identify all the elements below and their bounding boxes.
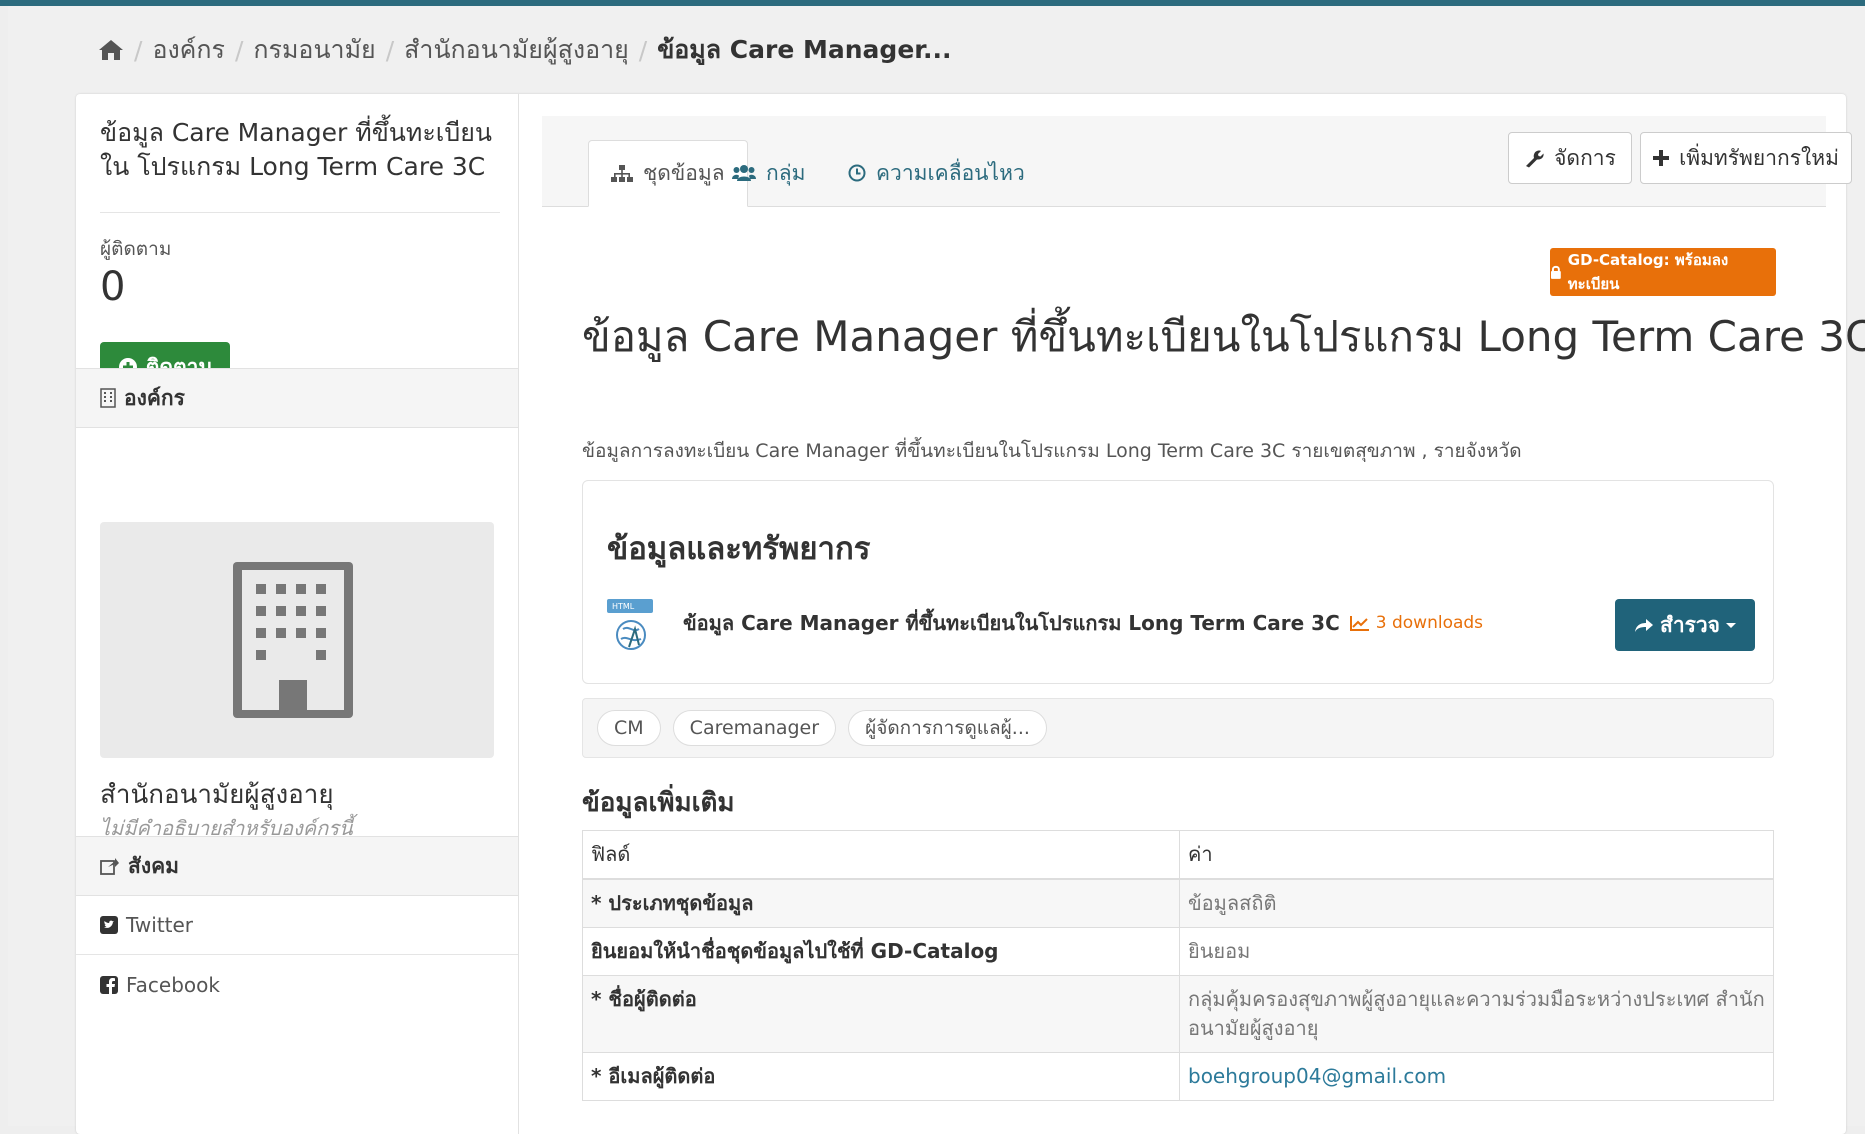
sidebar-section-social: สังคม — [76, 836, 518, 896]
gd-catalog-status-label: GD-Catalog: พร้อมลงทะเบียน — [1567, 251, 1729, 293]
facebook-icon — [100, 976, 118, 994]
sidebar: ข้อมูล Care Manager ที่ขึ้นทะเบียนใน โปร… — [76, 94, 519, 1134]
table-row: * ชื่อผู้ติดต่อ กลุ่มคุ้มครองสุขภาพผู้สู… — [582, 975, 1774, 1053]
explore-button-label: สำรวจ — [1660, 612, 1720, 637]
followers-label: ผู้ติดตาม — [100, 238, 172, 260]
field-key: * ประเภทชุดข้อมูล — [582, 878, 1180, 928]
explore-dropdown-button[interactable]: สำรวจ — [1615, 599, 1755, 651]
breadcrumb-separator: / — [134, 35, 143, 65]
table-row: * อีเมลผู้ติดต่อ boehgroup04@gmail.com — [582, 1052, 1774, 1101]
additional-info-table: ฟิลด์ ค่า * ประเภทชุดข้อมูล ข้อมูลสถิติ … — [582, 830, 1774, 1101]
breadcrumb-organization[interactable]: สำนักอนามัยผู้สูงอายุ — [404, 30, 629, 70]
facebook-link[interactable]: Facebook — [76, 955, 518, 1015]
followers-count: 0 — [100, 264, 126, 310]
field-value: กลุ่มคุ้มครองสุขภาพผู้สูงอายุและความร่วม… — [1179, 975, 1774, 1053]
users-icon — [732, 165, 756, 181]
add-resource-button[interactable]: เพิ่มทรัพยากรใหม่ — [1640, 132, 1852, 184]
tag-item[interactable]: Caremanager — [672, 710, 837, 746]
organization-name[interactable]: สำนักอนามัยผู้สูงอายุ — [100, 774, 334, 815]
sidebar-section-organization-label: องค์กร — [124, 385, 185, 410]
dataset-description: ข้อมูลการลงทะเบียน Care Manager ที่ขึ้นท… — [582, 440, 1522, 462]
field-key: ยินยอมให้นำชื่อชุดข้อมูลไปใช้ที่ GD-Cata… — [582, 927, 1180, 976]
breadcrumb-current[interactable]: ข้อมูล Care Manager... — [657, 30, 951, 70]
content-tab-bar: ชุดข้อมูล กลุ่ม ความเคลื่อนไหว จัดการ เพ… — [542, 116, 1852, 207]
field-key: * ชื่อผู้ติดต่อ — [582, 975, 1180, 1053]
share-arrow-icon — [1635, 619, 1653, 632]
building-icon — [233, 562, 353, 718]
table-row: ยินยอมให้นำชื่อชุดข้อมูลไปใช้ที่ GD-Cata… — [582, 927, 1774, 976]
resources-heading: ข้อมูลและทรัพยากร — [607, 531, 871, 567]
main-content: ชุดข้อมูล กลุ่ม ความเคลื่อนไหว จัดการ เพ… — [542, 116, 1865, 1134]
tab-groups-label: กลุ่ม — [766, 160, 806, 185]
table-row: * ประเภทชุดข้อมูล ข้อมูลสถิติ — [582, 878, 1774, 928]
manage-button[interactable]: จัดการ — [1508, 132, 1632, 184]
tag-item[interactable]: ผู้จัดการการดูแลผู้... — [848, 710, 1047, 746]
home-icon[interactable] — [98, 38, 124, 62]
column-header-field: ฟิลด์ — [582, 830, 1180, 880]
resource-name[interactable]: ข้อมูล Care Manager ที่ขึ้นทะเบียนในโปรแ… — [683, 607, 1340, 639]
resource-downloads-count: 3 downloads — [1375, 613, 1484, 633]
organization-image[interactable] — [100, 522, 494, 758]
breadcrumb: / องค์กร / กรมอนามัย / สำนักอนามัยผู้สูง… — [98, 30, 952, 70]
resource-downloads: 3 downloads — [1349, 613, 1484, 633]
wrench-icon — [1526, 150, 1544, 168]
plus-icon — [1653, 150, 1670, 166]
tab-groups[interactable]: กลุ่ม — [710, 140, 827, 206]
breadcrumb-department[interactable]: กรมอนามัย — [253, 30, 375, 70]
sidebar-divider — [100, 212, 500, 213]
column-header-value: ค่า — [1179, 830, 1774, 880]
sitemap-icon — [611, 164, 633, 182]
field-value: boehgroup04@gmail.com — [1179, 1052, 1774, 1101]
twitter-link[interactable]: Twitter — [76, 895, 518, 955]
tag-item[interactable]: CM — [597, 710, 661, 746]
building-icon — [100, 388, 116, 408]
html-format-icon[interactable]: HTML — [607, 599, 653, 653]
twitter-icon — [100, 915, 118, 934]
resources-section: ข้อมูลและทรัพยากร HTML ข้อมูล Care Manag… — [582, 480, 1774, 684]
lock-icon — [1550, 265, 1561, 279]
field-value: ข้อมูลสถิติ — [1179, 878, 1774, 928]
caret-down-icon — [1726, 623, 1736, 628]
resource-item[interactable]: ข้อมูล Care Manager ที่ขึ้นทะเบียนในโปรแ… — [683, 607, 1483, 639]
sidebar-section-organization: องค์กร — [76, 368, 518, 428]
twitter-label: Twitter — [126, 912, 194, 937]
manage-button-label: จัดการ — [1554, 145, 1616, 170]
breadcrumb-organizations[interactable]: องค์กร — [152, 30, 225, 70]
tab-activity-stream[interactable]: ความเคลื่อนไหว — [826, 140, 1047, 206]
breadcrumb-separator: / — [234, 35, 244, 65]
gd-catalog-status-badge: GD-Catalog: พร้อมลงทะเบียน — [1550, 248, 1776, 296]
table-header-row: ฟิลด์ ค่า — [582, 830, 1774, 880]
dataset-title: ข้อมูล Care Manager ที่ขึ้นทะเบียนในโปรแ… — [582, 312, 1865, 361]
contact-email-link[interactable]: boehgroup04@gmail.com — [1188, 1064, 1446, 1088]
clock-icon — [848, 164, 866, 182]
breadcrumb-separator: / — [638, 35, 648, 65]
line-chart-icon — [1349, 616, 1369, 631]
share-icon — [100, 858, 119, 875]
sidebar-section-social-label: สังคม — [128, 853, 179, 878]
svg-text:HTML: HTML — [612, 602, 635, 611]
add-resource-button-label: เพิ่มทรัพยากรใหม่ — [1679, 145, 1839, 170]
additional-info-heading: ข้อมูลเพิ่มเติม — [582, 788, 735, 818]
field-value: ยินยอม — [1179, 927, 1774, 976]
field-key: * อีเมลผู้ติดต่อ — [582, 1052, 1180, 1101]
main-wrapper: ข้อมูล Care Manager ที่ขึ้นทะเบียนใน โปร… — [76, 94, 1865, 1134]
breadcrumb-separator: / — [385, 35, 395, 65]
facebook-label: Facebook — [126, 973, 220, 997]
tags-list: CM Caremanager ผู้จัดการการดูแลผู้... — [582, 698, 1774, 758]
tab-activity-stream-label: ความเคลื่อนไหว — [876, 160, 1025, 185]
sidebar-dataset-title: ข้อมูล Care Manager ที่ขึ้นทะเบียนใน โปร… — [100, 118, 492, 181]
